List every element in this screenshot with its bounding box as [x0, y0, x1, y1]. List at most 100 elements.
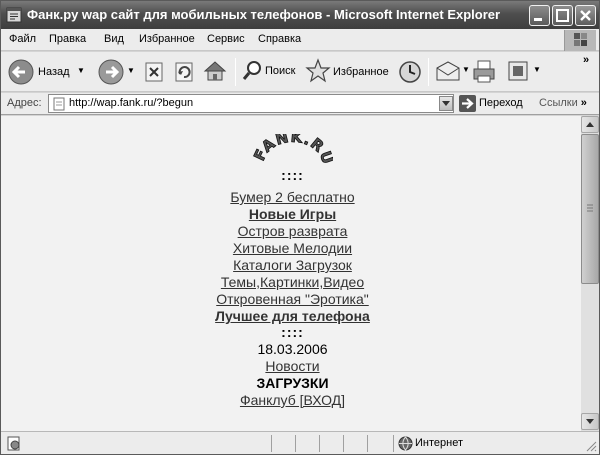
title-bar: Фанк.ру wap сайт для мобильных телефонов…	[1, 1, 599, 29]
link-bumer[interactable]: Бумер 2 бесплатно	[230, 189, 354, 205]
scroll-up-icon	[586, 122, 594, 127]
edit-icon	[508, 61, 528, 81]
link-hit-melodies[interactable]: Хитовые Мелодии	[233, 240, 352, 256]
menu-edit[interactable]: Правка	[49, 33, 86, 45]
page-viewport: FANK.RU :::: Бумер 2 бесплатно Новые Игр…	[1, 116, 581, 431]
address-dropdown-button[interactable]	[439, 96, 453, 111]
svg-text:FANK.RU: FANK.RU	[253, 134, 333, 167]
list-item: Фанклуб [ВХОД]	[1, 392, 581, 409]
scroll-thumb[interactable]	[581, 134, 599, 284]
toolbar-separator	[235, 58, 236, 86]
downloads-heading: ЗАГРУЗКИ	[256, 375, 329, 391]
maximize-button[interactable]	[552, 5, 573, 26]
menu-file-label: Файл	[9, 33, 37, 45]
status-pane	[367, 435, 389, 452]
favorites-label: Избранное	[333, 66, 389, 78]
minimize-button[interactable]	[529, 5, 550, 26]
window-title: Фанк.ру wap сайт для мобильных телефонов…	[27, 7, 501, 22]
address-value: http://wap.fank.ru/?begun	[69, 97, 194, 109]
back-dropdown-arrow[interactable]: ▼	[77, 66, 85, 75]
link-download-catalogs[interactable]: Каталоги Загрузок	[233, 257, 352, 273]
separator: ::::	[281, 167, 304, 183]
link-news[interactable]: Новости	[265, 358, 319, 374]
status-bar: Интернет	[1, 431, 599, 454]
date-text: 18.03.2006	[257, 341, 328, 357]
page-body: FANK.RU :::: Бумер 2 бесплатно Новые Игр…	[1, 134, 581, 409]
forward-dropdown-arrow[interactable]: ▼	[127, 66, 135, 75]
status-pane	[295, 435, 317, 452]
address-label: Адрес:	[7, 97, 42, 109]
address-input[interactable]: http://wap.fank.ru/?begun	[48, 94, 454, 113]
menu-edit-label: Правка	[49, 33, 87, 45]
toolbar-overflow-chevron[interactable]: »	[583, 54, 589, 66]
favorites-button[interactable]: Избранное	[305, 58, 391, 86]
stop-icon	[145, 62, 163, 82]
list-item: Бумер 2 бесплатно	[1, 189, 581, 206]
print-icon	[473, 60, 495, 83]
back-icon	[8, 59, 34, 85]
link-best-for-phone[interactable]: Лучшее для телефона	[215, 308, 370, 324]
history-icon	[399, 61, 421, 83]
search-icon	[242, 61, 261, 80]
edit-button[interactable]: ▼	[507, 60, 543, 84]
globe-icon	[398, 436, 413, 451]
list-item: Каталоги Загрузок	[1, 257, 581, 274]
home-button[interactable]	[203, 59, 227, 83]
link-island[interactable]: Остров разврата	[238, 223, 348, 239]
standard-toolbar: Назад ▼ ▼ Поиск Избранное ▼ ▼ »	[1, 52, 599, 92]
link-fanclub[interactable]: Фанклуб [ВХОД]	[240, 392, 345, 408]
minimize-icon	[534, 18, 542, 21]
go-button[interactable]: Переход	[459, 95, 531, 113]
back-label: Назад	[38, 66, 70, 78]
status-pane	[271, 435, 293, 452]
link-new-games[interactable]: Новые Игры	[249, 206, 336, 222]
search-button[interactable]: Поиск	[241, 59, 299, 85]
scroll-up-button[interactable]	[581, 116, 599, 133]
forward-button[interactable]: ▼	[97, 58, 141, 86]
links-label: Ссылки	[539, 97, 578, 109]
status-pane	[319, 435, 341, 452]
forward-icon	[98, 59, 124, 85]
mail-button[interactable]: ▼	[435, 60, 471, 84]
windows-logo-icon	[574, 33, 587, 46]
menu-help[interactable]: Справка	[258, 33, 301, 45]
refresh-button[interactable]	[174, 61, 196, 83]
chevron-down-icon	[442, 101, 450, 106]
list-item: Остров разврата	[1, 223, 581, 240]
page-icon	[53, 97, 65, 111]
browser-window: Фанк.ру wap сайт для мобильных телефонов…	[0, 0, 600, 455]
search-label: Поиск	[265, 65, 296, 77]
link-themes-pictures-video[interactable]: Темы,Картинки,Видео	[221, 274, 364, 290]
list-item: Лучшее для телефона	[1, 308, 581, 325]
resize-grip-icon[interactable]	[585, 440, 597, 452]
refresh-icon	[175, 62, 193, 82]
link-erotica[interactable]: Откровенная "Эротика"	[216, 291, 369, 307]
menu-favorites[interactable]: Избранное	[139, 33, 195, 45]
menu-file[interactable]: Файл	[9, 33, 36, 45]
list-item: Темы,Картинки,Видео	[1, 274, 581, 291]
scroll-down-icon	[586, 419, 594, 424]
list-item: Откровенная "Эротика"	[1, 291, 581, 308]
mail-icon	[436, 61, 460, 81]
edit-dropdown-arrow[interactable]: ▼	[533, 65, 541, 74]
mail-dropdown-arrow[interactable]: ▼	[462, 65, 470, 74]
go-label: Переход	[479, 97, 523, 109]
fank-logo-text: FANK.RU	[253, 134, 333, 168]
stop-button[interactable]	[144, 61, 166, 83]
menu-bar: Файл Правка Вид Избранное Сервис Справка	[1, 29, 599, 51]
menu-tools-label: Сервис	[207, 33, 245, 45]
menu-favorites-label: Избранное	[139, 33, 195, 45]
address-bar: Адрес: http://wap.fank.ru/?begun Переход…	[1, 93, 599, 115]
vertical-scrollbar[interactable]	[581, 116, 599, 431]
ie-icon	[6, 7, 22, 23]
menu-view[interactable]: Вид	[104, 33, 124, 45]
history-button[interactable]	[397, 59, 423, 85]
windows-logo	[564, 30, 596, 51]
close-button[interactable]	[575, 5, 596, 26]
zone-label: Интернет	[415, 437, 463, 449]
print-button[interactable]	[471, 59, 497, 85]
menu-tools[interactable]: Сервис	[207, 33, 245, 45]
back-button[interactable]: Назад ▼	[7, 58, 85, 86]
links-toolbar[interactable]: Ссылки »	[539, 97, 587, 109]
scroll-down-button[interactable]	[581, 413, 599, 430]
